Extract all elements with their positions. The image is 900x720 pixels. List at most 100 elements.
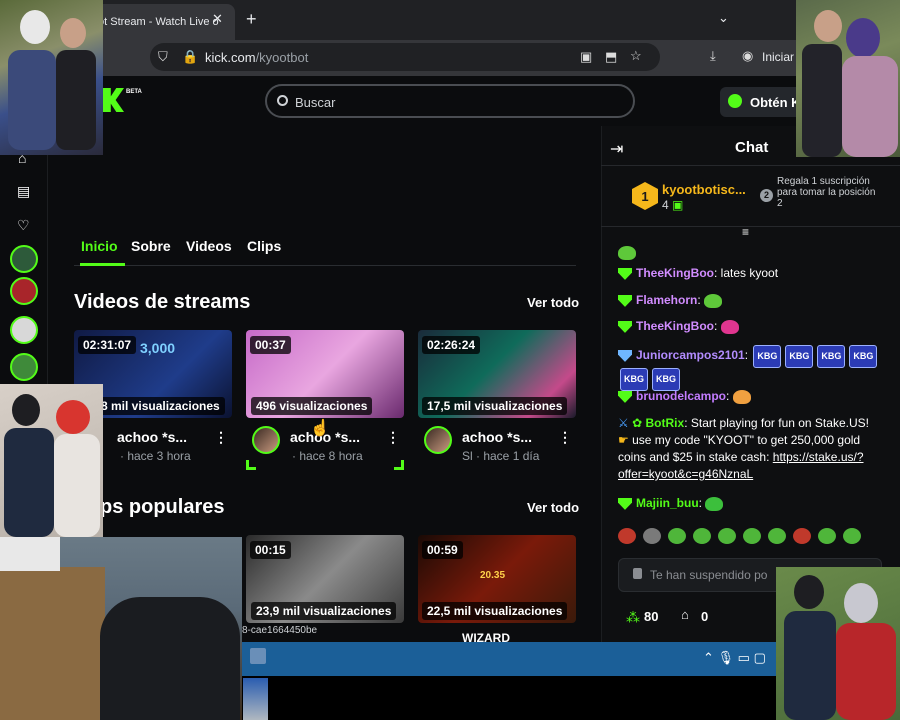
collapse-chat-icon[interactable]: ⇥ [610, 139, 623, 159]
video-views: 8 mil visualizaciones [96, 397, 225, 415]
photo-figure [56, 50, 96, 150]
tab-close-icon[interactable]: ✕ [212, 11, 223, 27]
emote-button-icon[interactable] [693, 528, 711, 544]
photo-figure [60, 18, 86, 48]
thumbnail-overlay-text: 20.35 [480, 570, 506, 581]
tab-videos[interactable]: Videos [186, 238, 232, 254]
photo-wardrobe [0, 567, 105, 720]
chat-link[interactable]: offer=kyoot&c=g46NznaL [618, 467, 753, 481]
chat-username[interactable]: BotRix [646, 416, 685, 430]
video-title[interactable]: achoo *s... [462, 429, 532, 445]
clips-see-all-link[interactable]: Ver todo [527, 500, 579, 515]
bottom-black-bar [242, 676, 776, 720]
emote-button-icon[interactable] [718, 528, 736, 544]
more-options-icon[interactable]: ⋮ [558, 429, 572, 446]
tab-search-chevron-icon[interactable]: ⌄ [718, 10, 729, 26]
tab-title: ot Stream - Watch Live o [98, 16, 219, 28]
chat-title: Chat [735, 139, 769, 156]
photo-figure [8, 50, 56, 150]
photo-figure [844, 583, 878, 623]
chat-message: TheeKingBoo: [618, 318, 739, 335]
chat-username[interactable]: Flamehorn [636, 293, 697, 307]
chat-text: : [744, 348, 749, 362]
quick-emote-bar [618, 528, 888, 550]
top-gifter-count: 4 ▣ [662, 198, 684, 212]
browse-icon[interactable]: ▤ [17, 183, 30, 200]
emote-button-icon[interactable] [793, 528, 811, 544]
emote-button-icon[interactable] [768, 528, 786, 544]
microphone-icon[interactable]: 🎙 [718, 650, 735, 665]
new-tab-icon[interactable]: + [246, 9, 257, 30]
chat-username[interactable]: brunodelcampo [636, 389, 726, 403]
chat-text: : [698, 496, 703, 510]
verified-badge-icon: ✿ [632, 416, 643, 430]
videos-see-all-link[interactable]: Ver todo [527, 295, 579, 310]
mouse-cursor-icon: ☝ [310, 420, 330, 437]
tray-chevron-icon[interactable]: ⌃ [703, 650, 714, 665]
bookmark-star-icon[interactable]: ☆ [630, 48, 642, 64]
overlay-photo [796, 0, 900, 157]
active-tab-indicator [80, 263, 125, 266]
camera-icon[interactable]: ▭ [738, 650, 750, 665]
kbg-emote-icon: KBG [753, 345, 782, 368]
emote-button-icon[interactable] [743, 528, 761, 544]
gift-promo-text[interactable]: Regala 1 suscripción para tomar la posic… [777, 176, 877, 209]
shield-icon[interactable]: ⛉ [158, 49, 168, 65]
chat-message: ⚔ ✿ BotRix: Start playing for fun on Sta… [618, 415, 886, 483]
emote-button-icon[interactable] [618, 528, 636, 544]
focus-corner [246, 460, 256, 470]
channel-avatar[interactable] [424, 426, 452, 454]
top-gifter-name[interactable]: kyootbotisc... [662, 182, 746, 197]
kick-app-icon [728, 94, 742, 108]
channel-avatar[interactable] [252, 426, 280, 454]
emote-button-icon[interactable] [818, 528, 836, 544]
chat-input-placeholder: Te han suspendido po [650, 568, 768, 582]
channel-points-icon[interactable]: ⁂ [626, 609, 640, 626]
chat-username[interactable]: TheeKingBoo [636, 319, 714, 333]
chat-link[interactable]: https://stake.us/? [773, 450, 864, 464]
save-page-icon[interactable]: ⬒ [605, 49, 617, 65]
sub-badge-icon [618, 320, 632, 333]
webcam-photo [0, 537, 242, 720]
emote-button-icon[interactable] [843, 528, 861, 544]
sidebar-channel-avatar[interactable] [10, 353, 38, 381]
chat-username[interactable]: Majiin_buu [636, 496, 699, 510]
chat-username[interactable]: TheeKingBoo [636, 266, 714, 280]
emote-button-icon[interactable] [668, 528, 686, 544]
monitor-icon[interactable]: ▢ [754, 650, 766, 665]
tab-sobre[interactable]: Sobre [131, 238, 171, 254]
chat-text: : [697, 293, 701, 307]
video-title[interactable]: achoo *s... [117, 429, 187, 445]
chat-text: : [714, 319, 718, 333]
video-views: 496 visualizaciones [251, 397, 373, 415]
kyoot-emote-icon [720, 319, 739, 334]
kbg-emote-icon: KBG [849, 345, 878, 368]
kbg-emote-icon: KBG [785, 345, 814, 368]
frog-emote-icon [704, 293, 723, 308]
store-icon[interactable]: ⌂ [681, 607, 689, 622]
chat-header-divider [601, 165, 900, 166]
chat-divider [601, 226, 900, 227]
lock-icon[interactable]: 🔒 [182, 49, 198, 65]
taskbar-app-icon[interactable] [250, 648, 266, 664]
more-options-icon[interactable]: ⋮ [214, 429, 228, 446]
promo-rank-badge: 2 [760, 189, 773, 202]
sidebar-channel-avatar[interactable] [10, 277, 38, 305]
sub-badge-icon [618, 294, 632, 307]
focus-corner [394, 460, 404, 470]
following-heart-icon[interactable]: ♡ [17, 217, 30, 234]
chat-text: use my code "KYOOT" to get 250,000 gold [632, 433, 861, 447]
video-meta: · hace 3 hora [120, 449, 191, 463]
chat-username[interactable]: Juniorcampos2101 [636, 348, 745, 362]
more-options-icon[interactable]: ⋮ [386, 429, 400, 446]
sidebar-channel-avatar[interactable] [10, 316, 38, 344]
sidebar-channel-avatar[interactable] [10, 245, 38, 273]
emote-button-icon[interactable] [643, 528, 661, 544]
screen-root: { "browser": { "tab_title": "ot Stream -… [0, 0, 900, 720]
tab-inicio[interactable]: Inicio [81, 238, 118, 254]
tab-clips[interactable]: Clips [247, 238, 281, 254]
pinned-toggle-icon[interactable]: ≡ [742, 225, 749, 239]
profile-icon[interactable]: ◉ [742, 48, 753, 64]
screenshot-icon[interactable]: ▣ [580, 49, 592, 65]
download-icon[interactable]: ⤓ [710, 48, 716, 64]
